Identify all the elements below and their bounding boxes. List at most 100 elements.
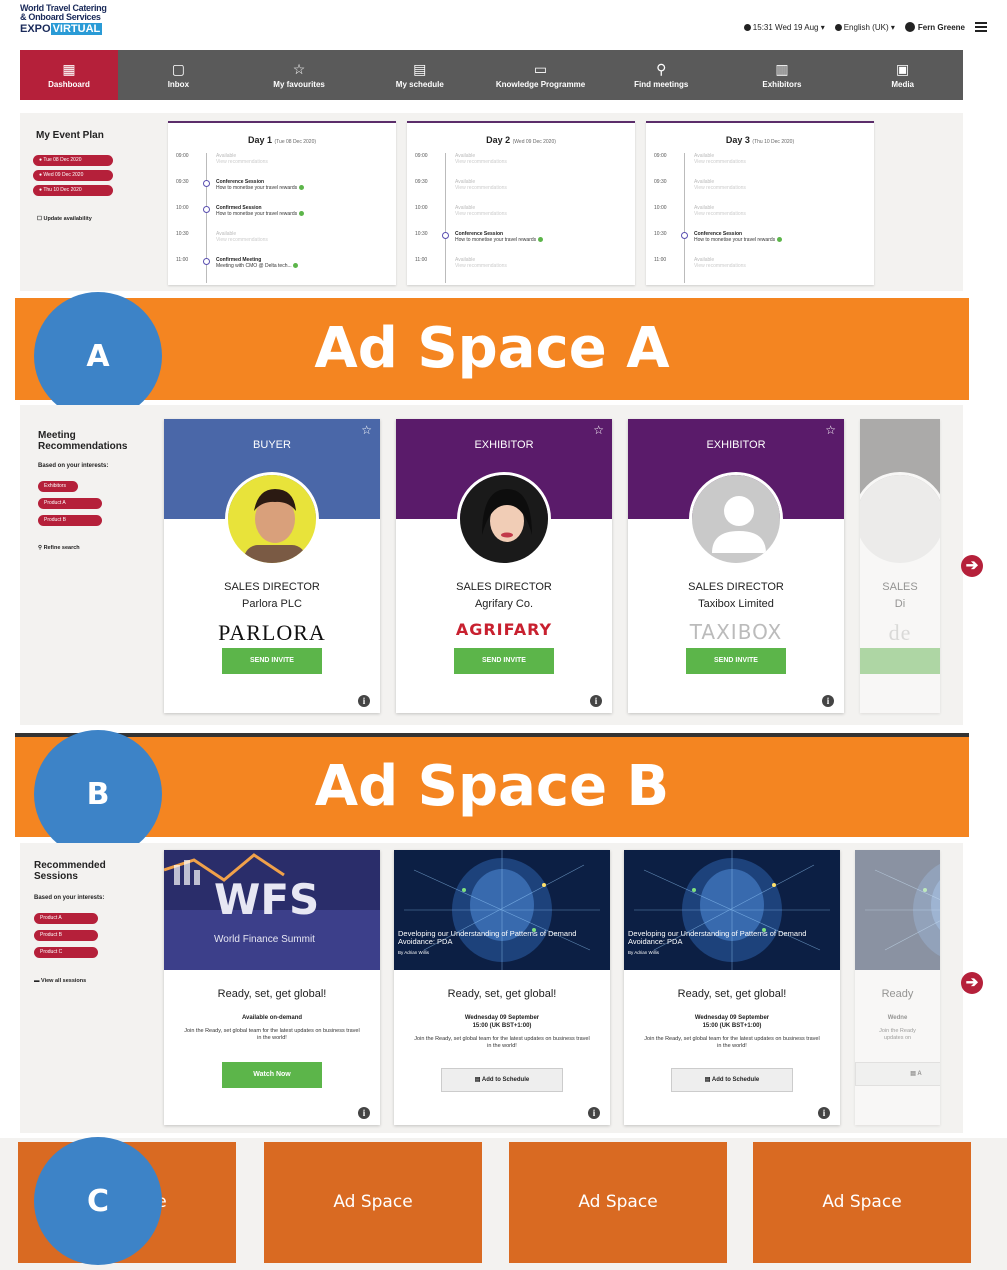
favourite-star-icon[interactable]: ☆	[593, 423, 604, 437]
nav-item-my-schedule[interactable]: ▤ My schedule	[359, 50, 480, 100]
interest-tag[interactable]: Product B	[34, 930, 98, 941]
interest-tag[interactable]: Product C	[34, 947, 98, 958]
info-icon[interactable]: i	[818, 1107, 830, 1119]
schedule-slot[interactable]: 10:00 Confirmed Session How to monetise yo…	[168, 205, 396, 231]
update-availability-link[interactable]: ☐ Update availability	[37, 216, 92, 222]
favourite-star-icon[interactable]: ☆	[361, 423, 372, 437]
interest-tag[interactable]: Product A	[38, 498, 102, 509]
ad-space-c-box[interactable]: Ad Space	[753, 1142, 971, 1263]
schedule-slot[interactable]: 10:30 Conference Session How to monetise y…	[407, 231, 635, 257]
schedule-slot[interactable]: 09:30 Available View recommendations	[646, 179, 874, 205]
session-image	[855, 850, 940, 970]
nav-item-inbox[interactable]: ▢ Inbox	[118, 50, 239, 100]
add-to-schedule-button[interactable]: ▤ Add to Schedule	[671, 1068, 793, 1092]
job-title: SALES DIRECTOR	[224, 581, 320, 593]
interest-tag[interactable]: Product B	[38, 515, 102, 526]
info-icon[interactable]: i	[822, 695, 834, 707]
nav-item-find-meetings[interactable]: ⚲ Find meetings	[601, 50, 722, 100]
interest-tag[interactable]: Exhibitors	[38, 481, 78, 492]
slot-details: Available View recommendations	[451, 205, 635, 231]
schedule-slot[interactable]: 11:00 Available View recommendations	[646, 257, 874, 283]
avatar	[225, 472, 319, 566]
timeline-dot-icon	[203, 258, 210, 265]
add-to-schedule-button[interactable]: ▤ A	[855, 1062, 940, 1086]
day-filter-pill[interactable]: ● Wed 09 Dec 2020	[33, 170, 113, 181]
interest-tag[interactable]: Product A	[34, 913, 98, 924]
schedule-slot[interactable]: 09:00 Available View recommendations	[168, 153, 396, 179]
schedule-slot[interactable]: 09:00 Available View recommendations	[407, 153, 635, 179]
slot-details: Available View recommendations	[451, 179, 635, 205]
nav-item-knowledge-programme[interactable]: ▭ Knowledge Programme	[480, 50, 601, 100]
slot-time: 10:30	[176, 231, 189, 237]
schedule-slot[interactable]: 10:30 Conference Session How to monetise y…	[646, 231, 874, 257]
send-invite-button[interactable]: SEND INVITE	[686, 648, 786, 674]
slot-subtitle[interactable]: How to monetise your travel rewards	[216, 211, 396, 217]
meeting-card: EXHIBITOR ☆ SALES DIRECTOR Agrifary Co. AGRI…	[396, 419, 612, 713]
hamburger-menu-icon[interactable]	[975, 22, 987, 32]
watch-now-button[interactable]: Watch Now	[222, 1062, 322, 1088]
view-all-sessions-link[interactable]: ▬ View all sessions	[34, 978, 86, 984]
slot-subtitle[interactable]: How to monetise your travel rewards	[216, 185, 396, 191]
day-card-title: Day 2 (Wed 09 Dec 2020)	[407, 135, 635, 145]
schedule-slot[interactable]: 11:00 Available View recommendations	[407, 257, 635, 283]
clock-selector[interactable]: 15:31 Wed 19 Aug ▾	[743, 23, 825, 32]
schedule-slot[interactable]: 09:30 Available View recommendations	[407, 179, 635, 205]
refine-search-link[interactable]: ⚲ Refine search	[38, 545, 80, 551]
schedule-slot[interactable]: 09:00 Available View recommendations	[646, 153, 874, 179]
slot-time: 09:30	[176, 179, 189, 185]
session-image: Developing our Understanding of Patterns…	[394, 850, 610, 970]
day-filter-pill[interactable]: ● Tue 08 Dec 2020	[33, 155, 113, 166]
slot-subtitle[interactable]: How to monetise your travel rewards	[455, 237, 635, 243]
nav-item-my-favourites[interactable]: ☆ My favourites	[239, 50, 360, 100]
nav-item-media[interactable]: ▣ Media	[842, 50, 963, 100]
expo-logo[interactable]: World Travel Catering & Onboard Services…	[20, 4, 125, 35]
session-title: Ready	[881, 988, 914, 1000]
add-to-schedule-button[interactable]: ▤ Add to Schedule	[441, 1068, 563, 1092]
inbox-icon: ▢	[171, 61, 185, 77]
slot-subtitle[interactable]: How to monetise your travel rewards	[694, 237, 874, 243]
calendar-icon: ▤	[474, 1077, 482, 1083]
send-invite-button[interactable]: SEND INVITE	[222, 648, 322, 674]
company-logo: AGRIFARY	[455, 620, 553, 639]
session-card: Ready Wedne Join the Ready updates on ▤ A	[855, 850, 940, 1125]
send-invite-button[interactable]: SEND INVITE	[454, 648, 554, 674]
schedule-slot[interactable]: 09:30 Conference Session How to monetise y…	[168, 179, 396, 205]
ad-space-c-box[interactable]: Ad Space	[509, 1142, 727, 1263]
info-icon[interactable]: i	[590, 695, 602, 707]
session-description: Join the Ready, set global team for the …	[414, 1036, 590, 1049]
schedule-slot[interactable]: 10:30 Available View recommendations	[168, 231, 396, 257]
day-filter-label: Thu 10 Dec 2020	[43, 187, 82, 193]
timeline	[202, 205, 212, 231]
timeline	[202, 179, 212, 205]
day-date: (Wed 09 Dec 2020)	[512, 139, 556, 145]
company-name: Di	[894, 598, 906, 610]
schedule-slot[interactable]: 10:00 Available View recommendations	[646, 205, 874, 231]
favourite-star-icon[interactable]: ☆	[825, 423, 836, 437]
slot-subtitle-text: How to monetise your travel rewards	[694, 237, 776, 243]
day-date: (Thu 10 Dec 2020)	[752, 139, 795, 145]
meeting-card: SALES Di de	[860, 419, 940, 713]
session-image-subtitle: By Adrian Willis	[628, 950, 660, 955]
ad-space-c-box[interactable]: Ad Space	[264, 1142, 482, 1263]
schedule-slot[interactable]: 10:00 Available View recommendations	[407, 205, 635, 231]
slot-subtitle: View recommendations	[694, 159, 874, 165]
info-icon[interactable]: i	[588, 1107, 600, 1119]
info-icon[interactable]: i	[358, 1107, 370, 1119]
user-menu[interactable]: Fern Greene	[904, 22, 965, 32]
nav-item-dashboard[interactable]: ▦ Dashboard	[20, 50, 118, 100]
send-invite-button[interactable]	[860, 648, 940, 674]
session-card: Developing our Understanding of Patterns…	[394, 850, 610, 1125]
day-filter-pill[interactable]: ● Thu 10 Dec 2020	[33, 185, 113, 196]
schedule-slot[interactable]: 11:00 Confirmed Meeting Meeting with CMO @…	[168, 257, 396, 283]
session-image: WFS World Finance Summit	[164, 850, 380, 970]
timeline-dot-icon	[203, 206, 210, 213]
sessions-next-arrow-icon[interactable]: ➔	[961, 972, 983, 994]
language-selector[interactable]: English (UK) ▾	[834, 23, 895, 32]
slot-subtitle[interactable]: Meeting with CMO @ Delta tech...	[216, 263, 396, 269]
slot-subtitle: View recommendations	[694, 263, 874, 269]
nav-item-exhibitors[interactable]: ▥ Exhibitors	[722, 50, 843, 100]
info-icon[interactable]: i	[358, 695, 370, 707]
slot-subtitle-text: View recommendations	[455, 211, 507, 217]
meetings-next-arrow-icon[interactable]: ➔	[961, 555, 983, 577]
status-icon	[298, 185, 304, 190]
